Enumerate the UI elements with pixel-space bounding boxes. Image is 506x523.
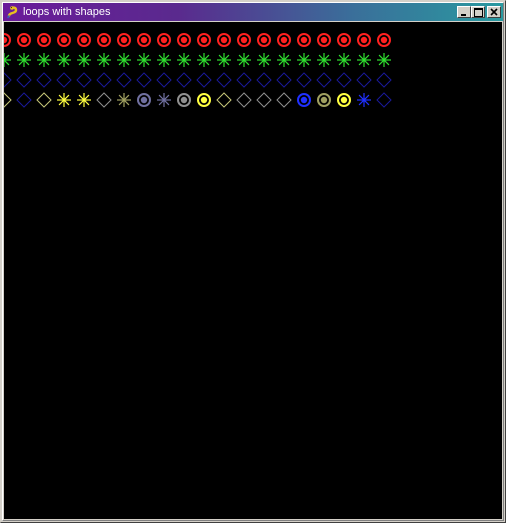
diamond-shape [16, 92, 32, 108]
green-star-row [4, 53, 391, 67]
target-shape [237, 33, 251, 47]
diamond-shape [356, 72, 372, 88]
diamond-shape [376, 92, 392, 108]
diamond-shape [176, 72, 192, 88]
target-shape [157, 33, 171, 47]
title-bar-buttons [457, 6, 501, 18]
diamond-shape [36, 72, 52, 88]
target-shape [277, 33, 291, 47]
diamond-shape [96, 92, 112, 108]
star-shape [117, 93, 131, 107]
target-shape [317, 33, 331, 47]
mixed-shape-row [4, 92, 392, 108]
diamond-shape [56, 72, 72, 88]
star-shape [37, 53, 51, 67]
star-shape [217, 53, 231, 67]
target-shape [17, 33, 31, 47]
target-shape [137, 93, 151, 107]
star-shape [117, 53, 131, 67]
diamond-shape [116, 72, 132, 88]
star-shape [357, 53, 371, 67]
star-shape [77, 93, 91, 107]
star-shape [237, 53, 251, 67]
maximize-icon[interactable] [471, 6, 485, 18]
star-shape [357, 93, 371, 107]
target-shape [257, 33, 271, 47]
target-shape [297, 93, 311, 107]
diamond-shape [296, 72, 312, 88]
target-shape [177, 33, 191, 47]
star-shape [137, 53, 151, 67]
target-shape [357, 33, 371, 47]
diamond-shape [316, 72, 332, 88]
star-shape [177, 53, 191, 67]
diamond-shape [136, 72, 152, 88]
target-shape [377, 33, 391, 47]
diamond-shape [236, 72, 252, 88]
star-shape [197, 53, 211, 67]
star-shape [317, 53, 331, 67]
target-shape [197, 33, 211, 47]
window-title: loops with shapes [23, 6, 111, 18]
target-shape [197, 93, 211, 107]
target-shape [317, 93, 331, 107]
app-window: loops with shapes [0, 0, 506, 523]
star-shape [257, 53, 271, 67]
diamond-shape [256, 92, 272, 108]
target-shape [297, 33, 311, 47]
target-shape [217, 33, 231, 47]
target-shape [37, 33, 51, 47]
target-shape [4, 33, 11, 47]
target-shape [57, 33, 71, 47]
star-shape [57, 53, 71, 67]
diamond-shape [276, 92, 292, 108]
star-shape [4, 53, 11, 67]
diamond-shape [4, 72, 12, 88]
diamond-shape [276, 72, 292, 88]
minimize-icon[interactable] [457, 6, 471, 18]
diamond-shape [376, 72, 392, 88]
star-shape [157, 53, 171, 67]
star-shape [57, 93, 71, 107]
star-shape [337, 53, 351, 67]
diamond-shape [16, 72, 32, 88]
red-target-row [4, 33, 391, 47]
target-shape [337, 93, 351, 107]
diamond-shape [216, 72, 232, 88]
diamond-shape [96, 72, 112, 88]
diamond-shape [4, 92, 12, 108]
title-bar[interactable]: loops with shapes [3, 3, 503, 21]
diamond-shape [156, 72, 172, 88]
diamond-shape [216, 92, 232, 108]
close-icon[interactable] [487, 6, 501, 18]
target-shape [77, 33, 91, 47]
star-shape [377, 53, 391, 67]
target-shape [177, 93, 191, 107]
target-shape [97, 33, 111, 47]
snake-icon[interactable] [6, 5, 20, 19]
star-shape [97, 53, 111, 67]
target-shape [337, 33, 351, 47]
star-shape [157, 93, 171, 107]
star-shape [77, 53, 91, 67]
blue-diamond-row [4, 72, 392, 88]
drawing-canvas[interactable] [4, 22, 502, 519]
target-shape [117, 33, 131, 47]
star-shape [277, 53, 291, 67]
diamond-shape [256, 72, 272, 88]
diamond-shape [236, 92, 252, 108]
star-shape [17, 53, 31, 67]
target-shape [137, 33, 151, 47]
shapes-layer [4, 33, 392, 108]
diamond-shape [76, 72, 92, 88]
diamond-shape [336, 72, 352, 88]
diamond-shape [36, 92, 52, 108]
star-shape [297, 53, 311, 67]
diamond-shape [196, 72, 212, 88]
